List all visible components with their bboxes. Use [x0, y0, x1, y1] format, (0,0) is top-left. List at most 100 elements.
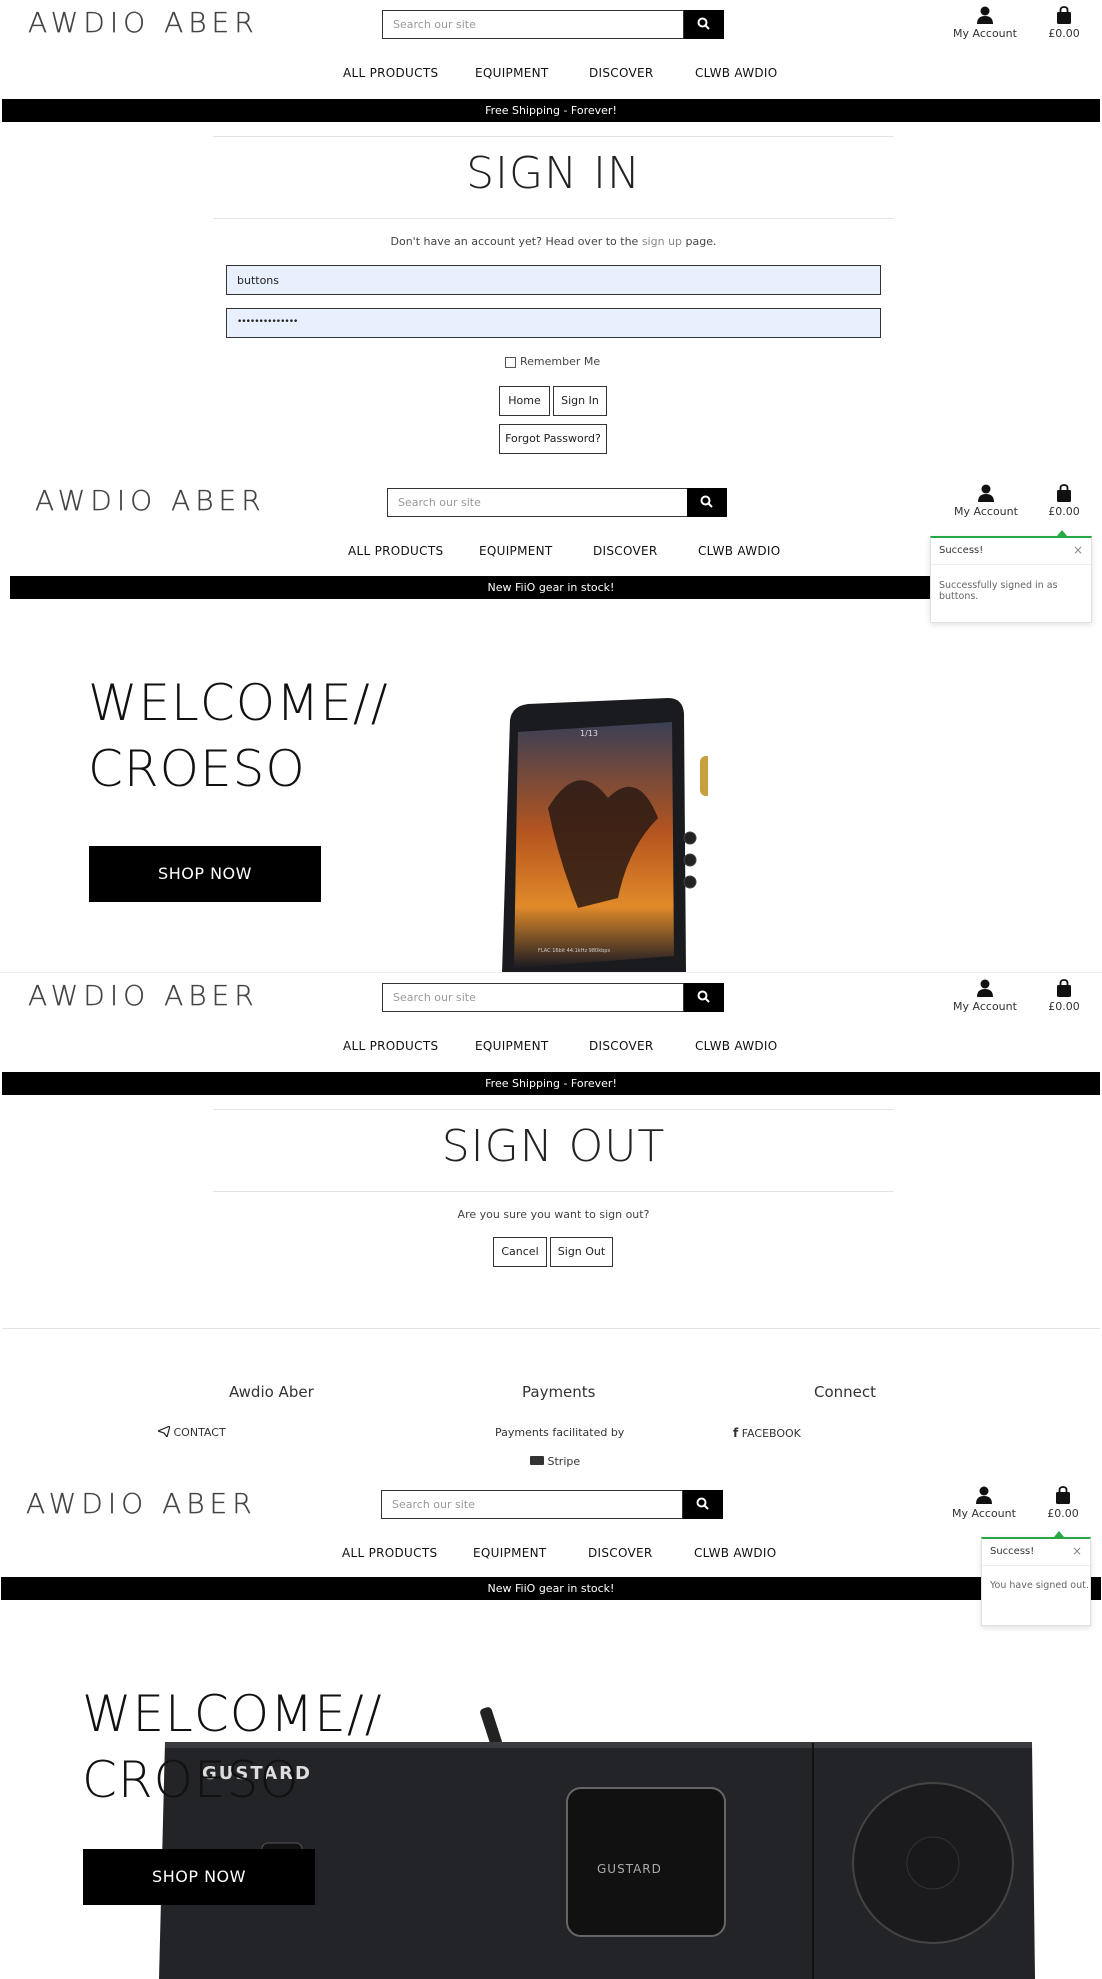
- signout-button[interactable]: Sign Out: [550, 1237, 613, 1267]
- toast-divider: [931, 564, 1091, 565]
- home-button[interactable]: Home: [499, 386, 550, 416]
- cart-link[interactable]: £0.00: [1044, 979, 1084, 1013]
- cart-total: £0.00: [1048, 1000, 1080, 1013]
- search-icon: [696, 1497, 709, 1510]
- facebook-label: FACEBOOK: [741, 1427, 801, 1440]
- nav-clwb-awdio[interactable]: CLWB AWDIO: [695, 66, 778, 80]
- search-input[interactable]: Search our site: [382, 983, 684, 1012]
- username-field[interactable]: buttons: [226, 265, 881, 295]
- amp-display-logo: GUSTARD: [597, 1862, 662, 1876]
- panel-signin: AWDIO ABER Search our site My Account £0…: [0, 0, 1102, 470]
- cancel-button[interactable]: Cancel: [493, 1237, 547, 1267]
- nav-discover[interactable]: DISCOVER: [589, 66, 654, 80]
- nav-clwb-awdio[interactable]: CLWB AWDIO: [694, 1546, 777, 1560]
- footer-col1-title: Awdio Aber: [229, 1383, 314, 1401]
- my-account-link[interactable]: My Account: [950, 979, 1020, 1013]
- remember-checkbox[interactable]: [505, 356, 516, 368]
- site-logo[interactable]: AWDIO ABER: [35, 484, 266, 517]
- nav-discover[interactable]: DISCOVER: [588, 1546, 653, 1560]
- panel-home-signed-in: AWDIO ABER Search our site My Account £0…: [0, 470, 1102, 972]
- shop-now-button[interactable]: SHOP NOW: [83, 1849, 315, 1905]
- hero-heading: WELCOME// CROESO: [88, 670, 389, 802]
- footer-facebook-link[interactable]: f FACEBOOK: [733, 1426, 801, 1440]
- player-format: FLAC 16bit 44.1kHz 980kbps: [538, 948, 610, 954]
- page-title: SIGN IN: [466, 148, 641, 199]
- site-logo[interactable]: AWDIO ABER: [26, 1487, 257, 1520]
- nav-all-products[interactable]: ALL PRODUCTS: [343, 1039, 438, 1053]
- divider: [213, 218, 894, 219]
- divider: [213, 1191, 894, 1192]
- signup-prompt: Don't have an account yet? Head over to …: [213, 235, 894, 248]
- user-icon: [976, 1486, 992, 1504]
- nav-discover[interactable]: DISCOVER: [593, 544, 658, 558]
- stripe-brand: Stripe: [530, 1455, 580, 1468]
- footer-divider: [2, 1328, 1100, 1329]
- signout-prompt: Are you sure you want to sign out?: [457, 1208, 650, 1221]
- nav-all-products[interactable]: ALL PRODUCTS: [343, 66, 438, 80]
- signup-prompt-end: page.: [682, 235, 717, 248]
- toast-message: Successfully signed in as buttons.: [939, 580, 1058, 602]
- cart-link[interactable]: £0.00: [1043, 1486, 1083, 1520]
- shop-now-button[interactable]: SHOP NOW: [89, 846, 321, 902]
- my-account-label: My Account: [952, 1507, 1016, 1520]
- search-button[interactable]: [684, 10, 724, 39]
- divider: [213, 1109, 894, 1110]
- hero-heading: WELCOME// CROESO: [82, 1681, 383, 1813]
- search-button[interactable]: [687, 488, 727, 517]
- my-account-label: My Account: [954, 505, 1018, 518]
- footer-col2-title: Payments: [522, 1383, 596, 1401]
- cart-total: £0.00: [1047, 1507, 1079, 1520]
- nav-equipment[interactable]: EQUIPMENT: [473, 1546, 547, 1560]
- shipping-banner: Free Shipping - Forever!: [2, 99, 1100, 122]
- nav-all-products[interactable]: ALL PRODUCTS: [342, 1546, 437, 1560]
- success-toast: Success! × You have signed out.: [981, 1531, 1091, 1626]
- nav-clwb-awdio[interactable]: CLWB AWDIO: [695, 1039, 778, 1053]
- search-icon: [700, 495, 713, 508]
- remember-row: Remember Me: [505, 355, 600, 368]
- nav-equipment[interactable]: EQUIPMENT: [479, 544, 553, 558]
- user-icon: [977, 979, 993, 997]
- search-button[interactable]: [684, 983, 724, 1012]
- site-logo[interactable]: AWDIO ABER: [28, 6, 259, 39]
- cart-total: £0.00: [1048, 27, 1080, 40]
- paper-plane-icon: [156, 1424, 171, 1439]
- my-account-link[interactable]: My Account: [951, 484, 1021, 518]
- panel-home-signed-out: AWDIO ABER Search our site My Account £0…: [0, 1477, 1102, 1979]
- stripe-icon: [530, 1456, 544, 1465]
- search-input[interactable]: Search our site: [382, 10, 684, 39]
- news-banner: New FiiO gear in stock!: [1, 1577, 1101, 1600]
- page-title: SIGN OUT: [441, 1121, 666, 1172]
- search-input[interactable]: Search our site: [387, 488, 689, 517]
- search-button[interactable]: [683, 1490, 723, 1519]
- toast-close-icon[interactable]: ×: [1073, 543, 1083, 557]
- shopping-bag-icon: [1057, 484, 1071, 502]
- my-account-link[interactable]: My Account: [949, 1486, 1019, 1520]
- site-logo[interactable]: AWDIO ABER: [28, 979, 259, 1012]
- toast-close-icon[interactable]: ×: [1072, 1544, 1082, 1558]
- footer-col3-title: Connect: [814, 1383, 877, 1401]
- signup-prompt-text: Don't have an account yet? Head over to …: [390, 235, 642, 248]
- footer-contact-link[interactable]: CONTACT: [156, 1424, 226, 1439]
- forgot-password-button[interactable]: Forgot Password?: [499, 424, 607, 454]
- toast-title: Success!: [939, 545, 984, 556]
- toast-message: You have signed out.: [990, 1580, 1089, 1591]
- hero-line-1: WELCOME//: [88, 674, 389, 732]
- password-field[interactable]: ••••••••••••••: [226, 308, 881, 338]
- my-account-link[interactable]: My Account: [950, 6, 1020, 40]
- panel-signout: AWDIO ABER Search our site My Account £0…: [0, 972, 1102, 1478]
- nav-clwb-awdio[interactable]: CLWB AWDIO: [698, 544, 781, 558]
- signup-link[interactable]: sign up: [642, 235, 682, 248]
- nav-all-products[interactable]: ALL PRODUCTS: [348, 544, 443, 558]
- fiio-player-image: 1/13 FLAC 16bit 44.1kHz 980kbps: [502, 698, 708, 972]
- cart-link[interactable]: £0.00: [1044, 6, 1084, 40]
- my-account-label: My Account: [953, 27, 1017, 40]
- nav-equipment[interactable]: EQUIPMENT: [475, 1039, 549, 1053]
- success-toast: Success! × Successfully signed in as but…: [930, 530, 1092, 623]
- search-icon: [697, 17, 710, 30]
- nav-equipment[interactable]: EQUIPMENT: [475, 66, 549, 80]
- signin-button[interactable]: Sign In: [553, 386, 607, 416]
- cart-link[interactable]: £0.00: [1044, 484, 1084, 518]
- search-input[interactable]: Search our site: [381, 1490, 683, 1519]
- nav-discover[interactable]: DISCOVER: [589, 1039, 654, 1053]
- search-icon: [697, 990, 710, 1003]
